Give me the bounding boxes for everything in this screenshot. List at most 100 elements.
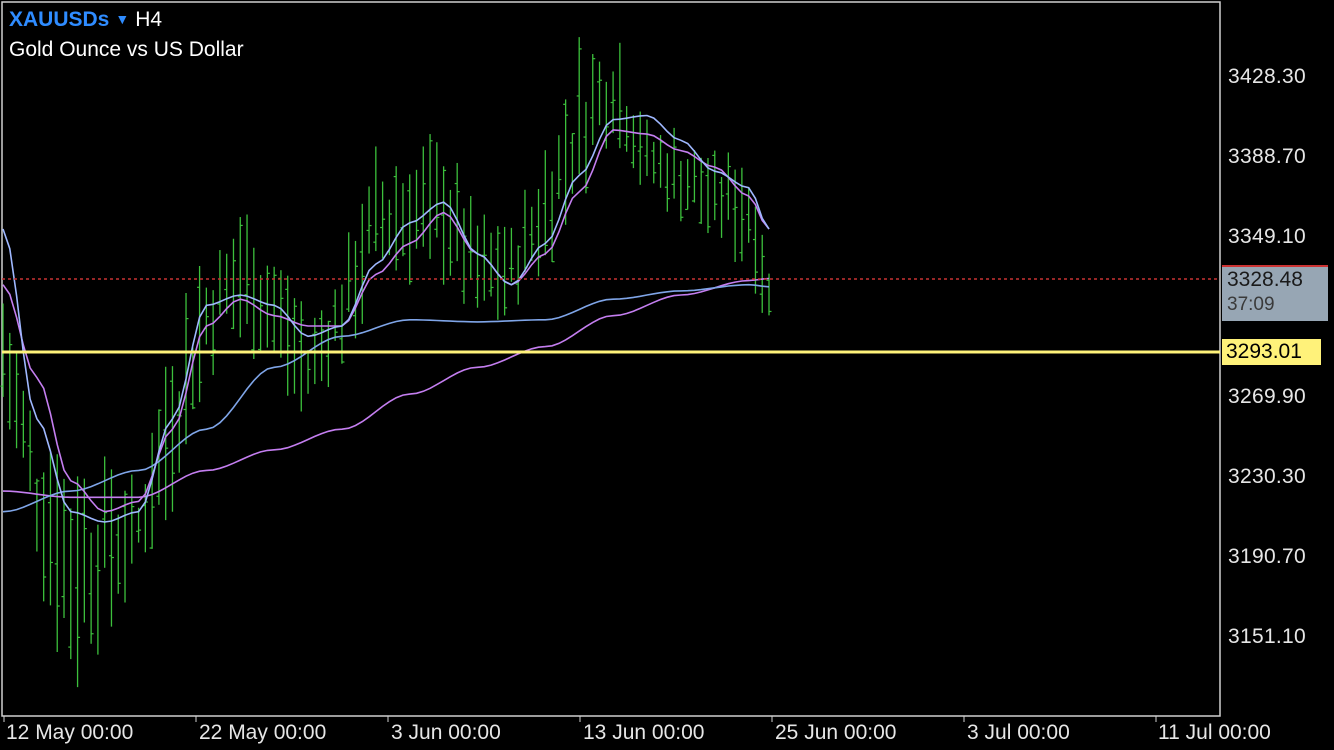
price-bar: [14, 353, 20, 449]
price-bar: [542, 150, 548, 256]
price-bar: [95, 524, 101, 655]
price-bar: [224, 253, 230, 314]
price-bar: [454, 162, 460, 262]
price-bar: [556, 135, 562, 200]
price-bar: [725, 152, 731, 220]
symbol-header[interactable]: XAUUSDs ▼ H4: [9, 8, 162, 32]
price-bar: [230, 238, 236, 330]
price-bar: [447, 189, 453, 276]
price-bar: [597, 61, 603, 126]
price-bar: [515, 245, 521, 305]
price-bar: [373, 146, 379, 252]
time-tick: 13 Jun 00:00: [583, 721, 705, 744]
price-bar: [461, 208, 467, 304]
level-price-label[interactable]: 3293.01: [1222, 339, 1321, 365]
price-bar: [244, 214, 250, 325]
price-bar: [658, 135, 664, 188]
price-bar: [380, 181, 386, 259]
level-price: 3293.01: [1226, 340, 1302, 363]
price-bar: [258, 275, 264, 352]
price-bar: [319, 310, 325, 382]
moving-average-mid: [2, 129, 770, 513]
time-tick: 22 May 00:00: [199, 721, 327, 744]
price-bar: [88, 532, 94, 644]
price-bar: [278, 270, 284, 358]
price-bar: [68, 508, 74, 660]
price-bar: [624, 106, 630, 152]
price-bar: [169, 366, 175, 512]
price-bar: [136, 507, 142, 543]
price-bar: [414, 169, 420, 249]
price-bar: [508, 227, 514, 282]
price-bar: [108, 469, 114, 627]
price-bar: [617, 42, 623, 149]
price-bar: [678, 160, 684, 222]
price-bar: [115, 514, 121, 594]
time-tick: 3 Jun 00:00: [391, 721, 501, 744]
price-tick: 3230.30: [1228, 465, 1307, 488]
bid-price: 3328.48: [1227, 268, 1303, 291]
price-bar: [712, 150, 718, 221]
price-bar: [27, 410, 33, 492]
time-tick: 3 Jul 00:00: [967, 721, 1070, 744]
price-tick: 3349.10: [1228, 225, 1307, 248]
price-bar: [766, 273, 772, 316]
price-bar: [637, 111, 643, 185]
price-bar: [698, 157, 704, 224]
price-bar: [203, 287, 209, 345]
symbol-description: Gold Ounce vs US Dollar: [9, 38, 244, 61]
price-bar: [475, 225, 481, 308]
time-tick: 11 Jul 00:00: [1158, 721, 1271, 744]
price-bar: [332, 289, 338, 341]
price-bar: [522, 189, 528, 272]
price-bar: [536, 188, 542, 277]
price-bar: [34, 478, 40, 552]
price-bar: [502, 226, 508, 316]
price-bar: [352, 240, 358, 339]
price-bar: [47, 452, 53, 606]
price-bar: [651, 141, 657, 184]
price-bar: [644, 119, 650, 177]
price-bar: [81, 478, 87, 623]
price-bar: [346, 232, 352, 312]
price-bar: [441, 166, 447, 285]
price-bar: [129, 474, 135, 564]
time-tick: 12 May 00:00: [6, 721, 134, 744]
price-bar: [20, 390, 26, 458]
price-bar: [359, 203, 365, 324]
moving-average-long: [2, 277, 770, 499]
price-bar: [576, 37, 582, 175]
price-chart[interactable]: [0, 0, 1334, 750]
price-bar: [237, 217, 243, 338]
price-bar: [529, 206, 535, 261]
price-bar: [468, 195, 474, 281]
price-bar: [590, 54, 596, 145]
price-bar: [122, 490, 128, 603]
price-tick: 3428.30: [1228, 65, 1307, 88]
price-bar: [719, 176, 725, 238]
price-bar: [285, 275, 291, 396]
price-bar: [305, 349, 311, 394]
price-bar: [759, 234, 765, 313]
price-bar: [264, 265, 270, 348]
price-tick: 3151.10: [1228, 625, 1307, 648]
price-bar: [366, 186, 372, 254]
timeframe-label[interactable]: H4: [135, 8, 162, 31]
price-bar: [149, 432, 155, 549]
bid-price-label: 3328.48 37:09: [1222, 265, 1328, 321]
moving-average-slow: [2, 283, 770, 513]
price-tick: 3388.70: [1228, 145, 1307, 168]
price-bar: [291, 298, 297, 394]
price-bar: [7, 332, 13, 430]
price-bar: [610, 71, 616, 134]
symbol-name[interactable]: XAUUSDs: [9, 8, 109, 31]
price-bar: [630, 115, 636, 169]
price-bar: [664, 153, 670, 212]
price-bar: [217, 250, 223, 316]
price-bars: [0, 37, 772, 688]
price-bar: [75, 476, 81, 688]
symbol-dropdown-icon[interactable]: ▼: [115, 11, 129, 27]
price-tick: 3269.90: [1228, 385, 1307, 408]
price-bar: [427, 134, 433, 259]
price-bar: [739, 167, 745, 262]
